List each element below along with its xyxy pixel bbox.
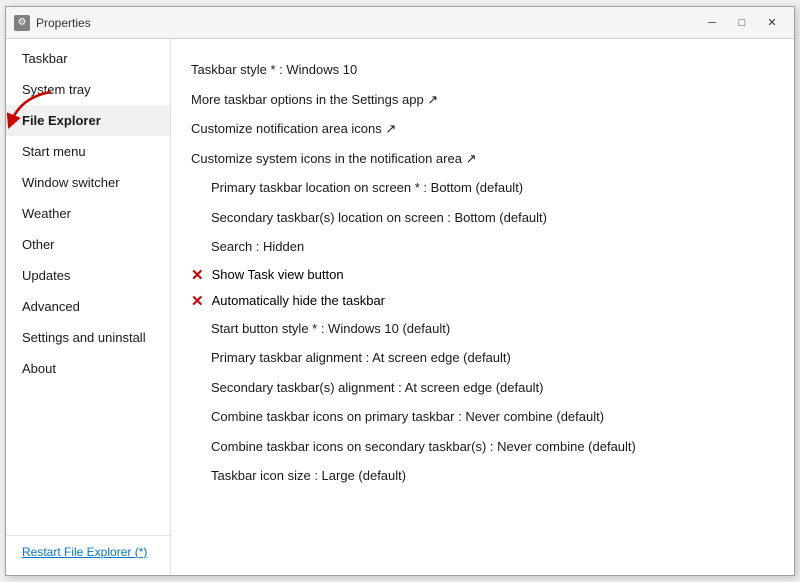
main-item-11: Combine taskbar icons on secondary taskb… <box>191 432 774 462</box>
x-mark-task-view: ✕ <box>191 266 204 284</box>
main-item-1: More taskbar options in the Settings app… <box>191 85 774 115</box>
main-item-show-task-view-label: Show Task view button <box>212 267 344 282</box>
main-item-7: Start button style * : Windows 10 (defau… <box>191 314 774 344</box>
properties-window: ⚙ Properties ─ □ ✕ Taskbar System tray F… <box>5 6 795 576</box>
title-bar: ⚙ Properties ─ □ ✕ <box>6 7 794 39</box>
x-mark-auto-hide: ✕ <box>191 292 204 310</box>
sidebar-item-taskbar[interactable]: Taskbar <box>6 43 170 74</box>
sidebar: Taskbar System tray File Explorer Start … <box>6 39 171 575</box>
sidebar-item-file-explorer[interactable]: File Explorer <box>6 105 170 136</box>
restart-file-explorer-link[interactable]: Restart File Explorer (*) <box>22 545 147 559</box>
main-item-6: Search : Hidden <box>191 232 774 262</box>
main-item-3: Customize system icons in the notificati… <box>191 144 774 174</box>
sidebar-item-about[interactable]: About <box>6 353 170 384</box>
window-title: Properties <box>36 16 698 30</box>
maximize-button[interactable]: □ <box>728 13 756 33</box>
main-item-0: Taskbar style * : Windows 10 <box>191 55 774 85</box>
main-item-show-task-view: ✕ Show Task view button <box>191 262 774 288</box>
main-item-12: Taskbar icon size : Large (default) <box>191 461 774 491</box>
main-item-2: Customize notification area icons ↗ <box>191 114 774 144</box>
sidebar-item-updates[interactable]: Updates <box>6 260 170 291</box>
main-item-auto-hide: ✕ Automatically hide the taskbar <box>191 288 774 314</box>
window-icon: ⚙ <box>14 15 30 31</box>
content-area: Taskbar System tray File Explorer Start … <box>6 39 794 575</box>
sidebar-item-window-switcher[interactable]: Window switcher <box>6 167 170 198</box>
sidebar-item-settings-uninstall[interactable]: Settings and uninstall <box>6 322 170 353</box>
main-item-10: Combine taskbar icons on primary taskbar… <box>191 402 774 432</box>
sidebar-item-start-menu[interactable]: Start menu <box>6 136 170 167</box>
window-controls: ─ □ ✕ <box>698 13 786 33</box>
main-item-4: Primary taskbar location on screen * : B… <box>191 173 774 203</box>
main-content: Taskbar style * : Windows 10 More taskba… <box>171 39 794 575</box>
sidebar-item-advanced[interactable]: Advanced <box>6 291 170 322</box>
minimize-button[interactable]: ─ <box>698 13 726 33</box>
main-item-auto-hide-label: Automatically hide the taskbar <box>212 293 385 308</box>
sidebar-item-weather[interactable]: Weather <box>6 198 170 229</box>
sidebar-bottom: Restart File Explorer (*) <box>6 535 170 571</box>
close-button[interactable]: ✕ <box>758 13 786 33</box>
main-item-5: Secondary taskbar(s) location on screen … <box>191 203 774 233</box>
sidebar-item-other[interactable]: Other <box>6 229 170 260</box>
main-item-8: Primary taskbar alignment : At screen ed… <box>191 343 774 373</box>
main-item-9: Secondary taskbar(s) alignment : At scre… <box>191 373 774 403</box>
sidebar-item-system-tray[interactable]: System tray <box>6 74 170 105</box>
